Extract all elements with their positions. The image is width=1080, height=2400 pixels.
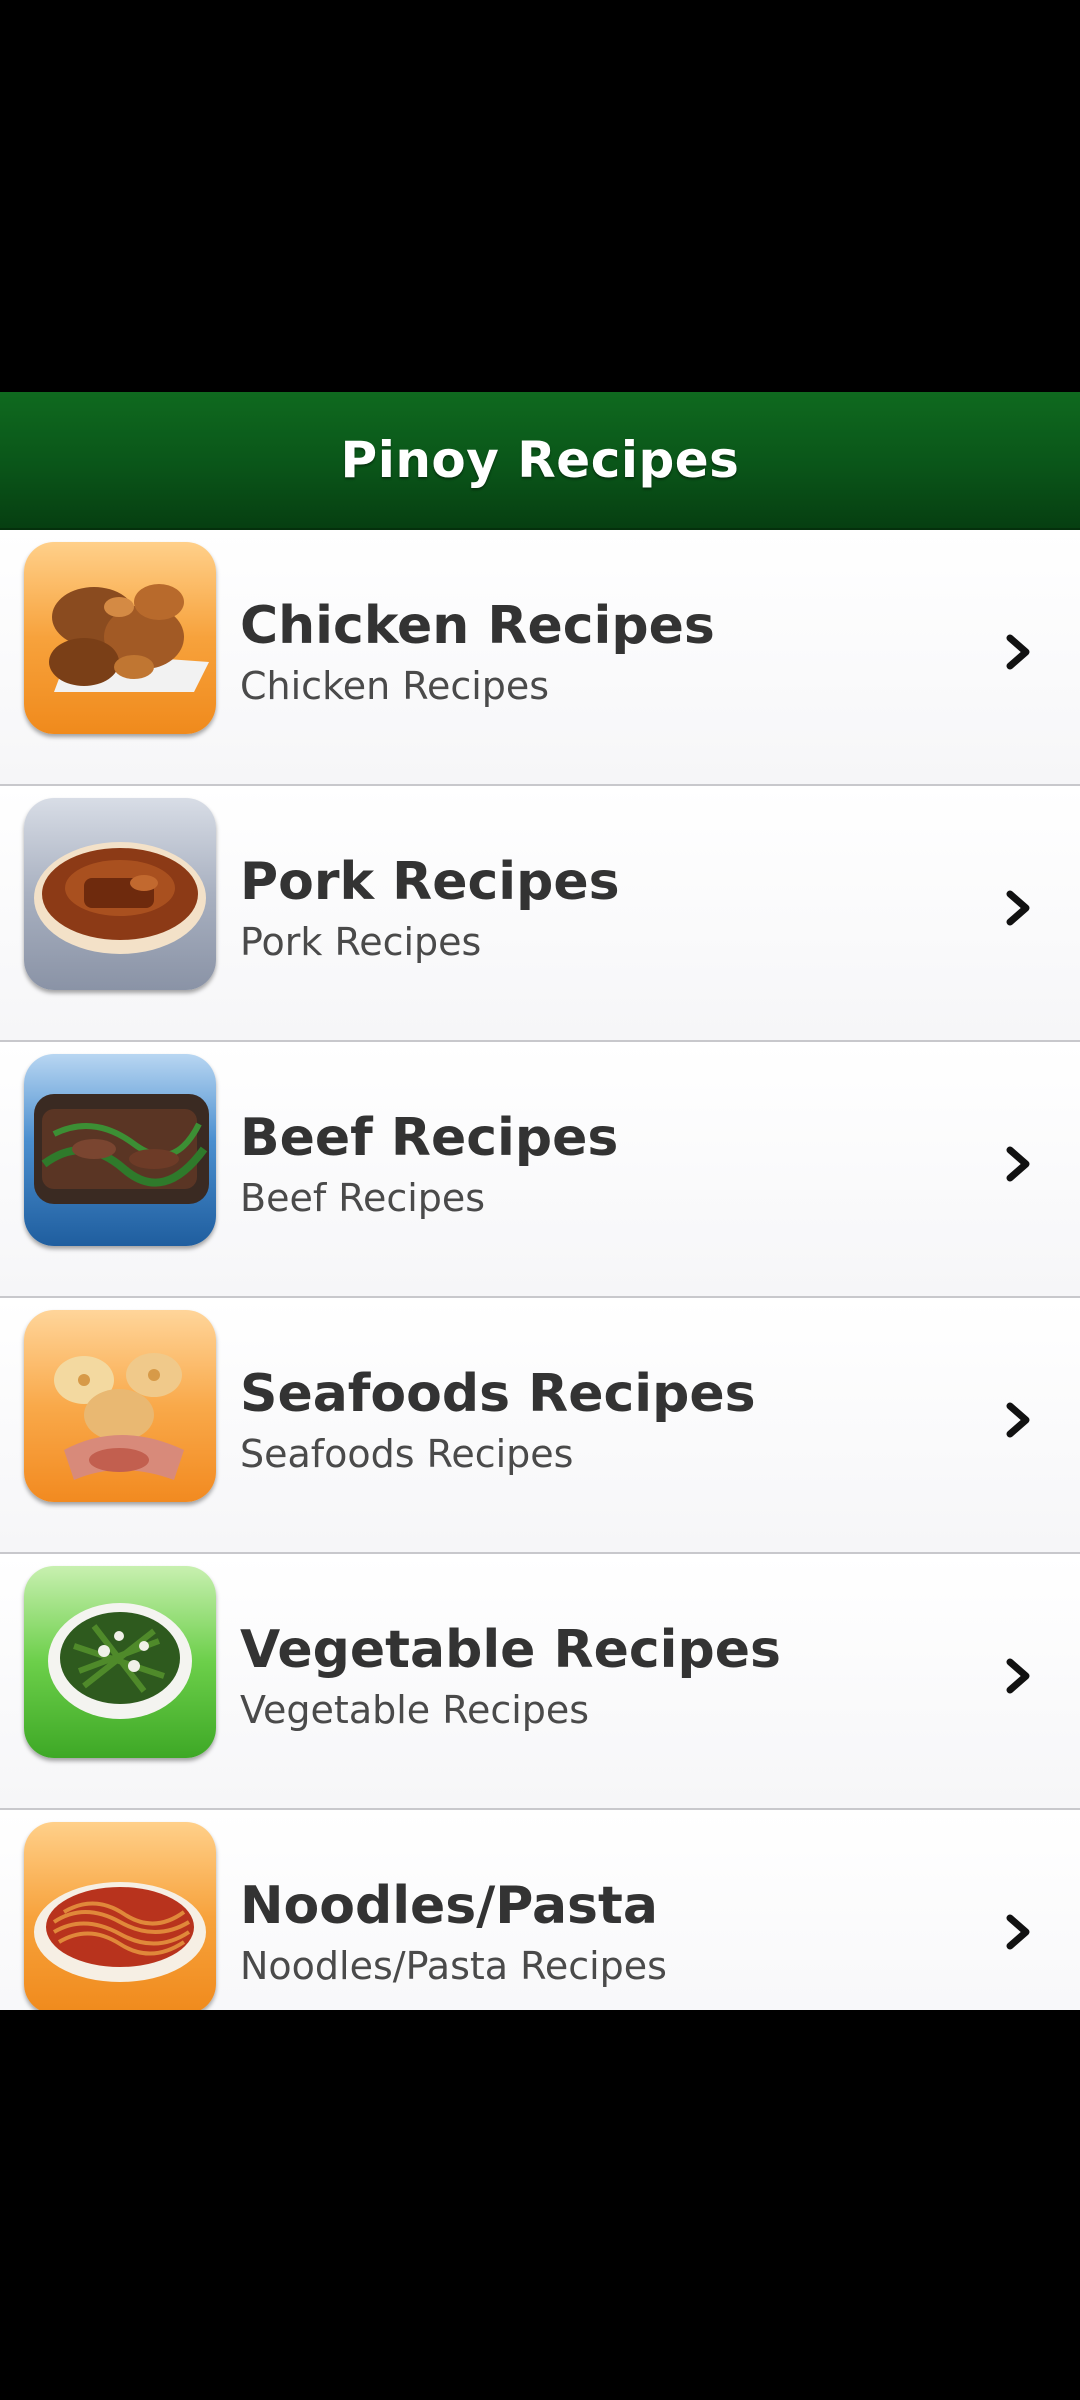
row-text: Vegetable Recipes Vegetable Recipes [240, 1618, 960, 1738]
pork-dish-icon [24, 798, 216, 990]
category-list: Chicken Recipes Chicken Recipes Pork Rec… [0, 530, 1080, 2010]
row-text: Beef Recipes Beef Recipes [240, 1106, 960, 1226]
row-title: Pork Recipes [240, 852, 620, 912]
row-text: Chicken Recipes Chicken Recipes [240, 594, 960, 714]
row-title: Seafoods Recipes [240, 1364, 756, 1424]
list-item-vegetable[interactable]: Vegetable Recipes Vegetable Recipes [0, 1554, 1080, 1810]
row-title: Chicken Recipes [240, 596, 715, 656]
list-item-pork[interactable]: Pork Recipes Pork Recipes [0, 786, 1080, 1042]
vegetable-dish-icon [24, 1566, 216, 1758]
row-subtitle: Chicken Recipes [240, 664, 550, 708]
row-title: Vegetable Recipes [240, 1620, 781, 1680]
chevron-right-icon [1006, 1914, 1030, 1950]
bottom-black-area [0, 2010, 1080, 2400]
app-header: Pinoy Recipes [0, 392, 1080, 530]
chevron-right-icon [1006, 1402, 1030, 1438]
noodles-dish-icon [24, 1822, 216, 2010]
chevron-right-icon [1006, 634, 1030, 670]
screen: Pinoy Recipes Chicken Recipes Chicken Re… [0, 0, 1080, 2400]
beef-dish-icon [24, 1054, 216, 1246]
row-subtitle: Seafoods Recipes [240, 1432, 574, 1476]
row-title: Beef Recipes [240, 1108, 619, 1168]
list-item-beef[interactable]: Beef Recipes Beef Recipes [0, 1042, 1080, 1298]
seafood-dish-icon [24, 1310, 216, 1502]
chevron-right-icon [1006, 1658, 1030, 1694]
row-subtitle: Beef Recipes [240, 1176, 486, 1220]
row-text: Seafoods Recipes Seafoods Recipes [240, 1362, 960, 1482]
page-title: Pinoy Recipes [340, 431, 740, 489]
list-item-chicken[interactable]: Chicken Recipes Chicken Recipes [0, 530, 1080, 786]
chevron-right-icon [1006, 1146, 1030, 1182]
row-text: Noodles/Pasta Noodles/Pasta Recipes [240, 1874, 960, 1994]
top-black-area [0, 0, 1080, 392]
chicken-dish-icon [24, 542, 216, 734]
row-text: Pork Recipes Pork Recipes [240, 850, 960, 970]
list-item-seafoods[interactable]: Seafoods Recipes Seafoods Recipes [0, 1298, 1080, 1554]
row-subtitle: Noodles/Pasta Recipes [240, 1944, 667, 1988]
list-item-noodles[interactable]: Noodles/Pasta Noodles/Pasta Recipes [0, 1810, 1080, 2010]
row-subtitle: Vegetable Recipes [240, 1688, 590, 1732]
chevron-right-icon [1006, 890, 1030, 926]
row-title: Noodles/Pasta [240, 1876, 658, 1936]
row-subtitle: Pork Recipes [240, 920, 482, 964]
